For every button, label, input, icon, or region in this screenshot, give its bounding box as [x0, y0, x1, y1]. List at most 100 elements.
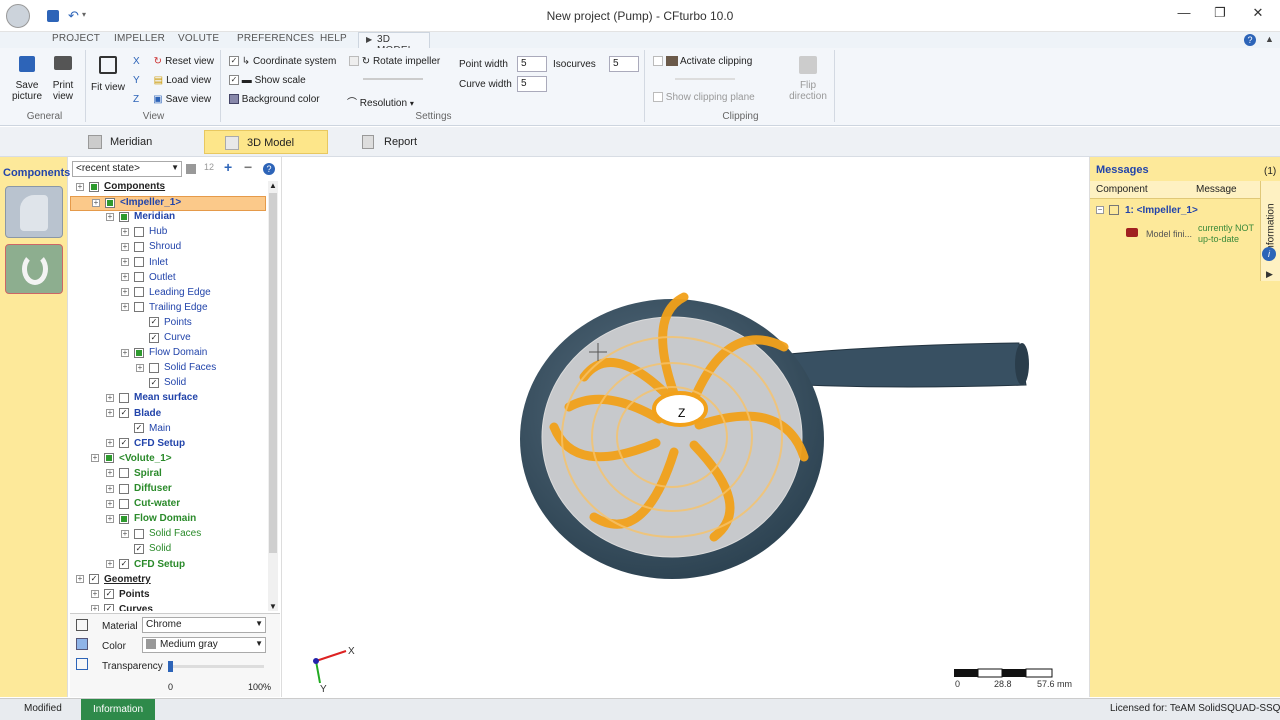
transparency-slider[interactable]: [168, 661, 264, 672]
visibility-checkbox[interactable]: ✓: [104, 589, 114, 600]
visibility-checkbox[interactable]: ✓: [119, 408, 129, 418]
expand-toggle-icon[interactable]: +: [136, 363, 144, 372]
visibility-checkbox[interactable]: ✓: [149, 317, 159, 328]
tree-item[interactable]: + Cut-water: [106, 498, 180, 513]
visibility-checkbox[interactable]: ✓: [149, 332, 159, 343]
tab-project[interactable]: PROJECT: [52, 33, 100, 44]
scroll-up-icon[interactable]: ▲: [269, 181, 277, 190]
col-component[interactable]: Component: [1096, 184, 1148, 195]
tab-meridian[interactable]: Meridian: [88, 130, 198, 154]
visibility-checkbox[interactable]: [134, 241, 144, 252]
tree-scrollbar-thumb[interactable]: [269, 193, 277, 553]
tree-item[interactable]: ✓ Solid: [121, 543, 171, 558]
visibility-checkbox[interactable]: [134, 528, 144, 539]
expand-toggle-icon[interactable]: +: [106, 484, 114, 493]
show-scale-toggle[interactable]: ✓ ▬ Show scale: [229, 75, 306, 86]
expand-toggle-icon[interactable]: +: [91, 454, 99, 463]
expand-toggle-icon[interactable]: +: [106, 409, 114, 417]
load-view-button[interactable]: Y ▤ Load view: [133, 75, 211, 86]
tree-item[interactable]: + Spiral: [106, 468, 162, 483]
pump-model[interactable]: Z X Y 0 28.8 57.6 mm: [284, 157, 1088, 697]
flip-direction-button[interactable]: Flip direction: [785, 56, 831, 102]
visibility-checkbox[interactable]: [134, 257, 144, 267]
tree-item[interactable]: + <Impeller_1>: [70, 196, 266, 212]
tree-item[interactable]: + Hub: [121, 226, 167, 241]
tree-item[interactable]: + Components: [76, 181, 165, 196]
3d-viewport[interactable]: Z X Y 0 28.8 57.6 mm: [284, 157, 1088, 697]
tree-item[interactable]: + Trailing Edge: [121, 302, 208, 317]
tree-item[interactable]: + <Volute_1>: [91, 453, 172, 468]
visibility-checkbox[interactable]: [105, 197, 115, 208]
expand-toggle-icon[interactable]: +: [92, 198, 100, 207]
tab-help[interactable]: HELP: [320, 33, 347, 44]
tree-item[interactable]: + Outlet: [121, 272, 176, 287]
tree-item[interactable]: ✓ Solid: [136, 377, 186, 392]
expand-toggle-icon[interactable]: +: [106, 212, 114, 221]
visibility-checkbox[interactable]: [134, 226, 144, 237]
tree-item[interactable]: + Flow Domain: [121, 347, 207, 362]
state-select[interactable]: <recent state> ▼: [72, 161, 182, 177]
visibility-checkbox[interactable]: [134, 287, 144, 298]
print-view-button[interactable]: Print view: [48, 56, 78, 102]
material-select[interactable]: Chrome ▼: [142, 617, 266, 633]
tab-preferences[interactable]: PREFERENCES: [237, 33, 314, 44]
visibility-checkbox[interactable]: [119, 498, 129, 509]
visibility-checkbox[interactable]: [119, 392, 129, 403]
visibility-checkbox[interactable]: ✓: [104, 604, 114, 611]
maximize-icon[interactable]: ❐: [1208, 5, 1232, 25]
tree-item[interactable]: + Flow Domain: [106, 513, 196, 528]
expand-toggle-icon[interactable]: +: [106, 560, 114, 568]
message-row[interactable]: Model fini... currently NOT up-to-date: [1110, 223, 1260, 247]
collapse-all-icon[interactable]: −: [244, 159, 252, 175]
save-view-button[interactable]: Z ▣ Save view: [133, 94, 211, 105]
collapse-ribbon-icon[interactable]: ▲: [1265, 34, 1274, 44]
expand-toggle-icon[interactable]: +: [121, 303, 129, 312]
tree-item[interactable]: ✓ Main: [121, 423, 171, 438]
visibility-checkbox[interactable]: [119, 468, 129, 479]
help-icon[interactable]: ?: [1244, 34, 1256, 46]
visibility-checkbox[interactable]: [134, 302, 144, 313]
expand-toggle-icon[interactable]: +: [91, 605, 99, 611]
save-state-icon[interactable]: [186, 164, 196, 174]
expand-toggle-icon[interactable]: +: [121, 242, 129, 251]
expand-toggle-icon[interactable]: +: [121, 273, 129, 282]
tree-item[interactable]: + Inlet: [121, 257, 168, 272]
numbering-icon[interactable]: 12: [204, 162, 214, 172]
rotate-impeller-toggle[interactable]: ↻ Rotate impeller: [349, 56, 440, 67]
tree-item[interactable]: + Shroud: [121, 241, 181, 256]
visibility-checkbox[interactable]: ✓: [119, 559, 129, 569]
expand-all-icon[interactable]: +: [224, 159, 232, 175]
rotation-speed-slider[interactable]: [363, 78, 423, 80]
curve-width-input[interactable]: 5: [517, 76, 547, 92]
tree-item[interactable]: + Mean surface: [106, 392, 198, 407]
visibility-checkbox[interactable]: [119, 211, 129, 222]
tree-item[interactable]: + Meridian: [106, 211, 175, 226]
tree-item[interactable]: + ✓ Curves: [91, 604, 153, 611]
expand-toggle-icon[interactable]: +: [76, 575, 84, 584]
tab-report[interactable]: Report: [362, 130, 462, 154]
visibility-checkbox[interactable]: ✓: [149, 377, 159, 388]
tree-item[interactable]: ✓ Points: [136, 317, 192, 332]
expand-toggle-icon[interactable]: +: [106, 469, 114, 478]
visibility-checkbox[interactable]: [104, 453, 114, 464]
visibility-checkbox[interactable]: [134, 272, 144, 283]
message-group[interactable]: −1: <Impeller_1>: [1096, 205, 1198, 216]
transparency-slider-thumb[interactable]: [168, 661, 173, 672]
show-clipping-plane-toggle[interactable]: Show clipping plane: [653, 92, 755, 103]
visibility-checkbox[interactable]: ✓: [119, 438, 129, 449]
tree-scrollbar[interactable]: ▲ ▼: [268, 181, 278, 611]
save-picture-button[interactable]: Save picture: [10, 56, 44, 102]
expand-toggle-icon[interactable]: +: [121, 348, 129, 357]
visibility-checkbox[interactable]: [149, 362, 159, 373]
tree-item[interactable]: + ✓ Points: [91, 589, 150, 604]
visibility-checkbox[interactable]: [119, 483, 129, 494]
visibility-checkbox[interactable]: [119, 513, 129, 524]
minimize-icon[interactable]: —: [1172, 5, 1196, 25]
isocurves-input[interactable]: 5: [609, 56, 639, 72]
expand-toggle-icon[interactable]: +: [106, 514, 114, 523]
coordinate-system-toggle[interactable]: ✓ ↳ Coordinate system: [229, 56, 336, 67]
information-side-tab[interactable]: Information: [1260, 181, 1280, 281]
clipping-slider[interactable]: [675, 78, 735, 80]
fit-view-button[interactable]: Fit view: [89, 56, 127, 93]
tree-item[interactable]: + ✓ CFD Setup: [106, 559, 185, 574]
